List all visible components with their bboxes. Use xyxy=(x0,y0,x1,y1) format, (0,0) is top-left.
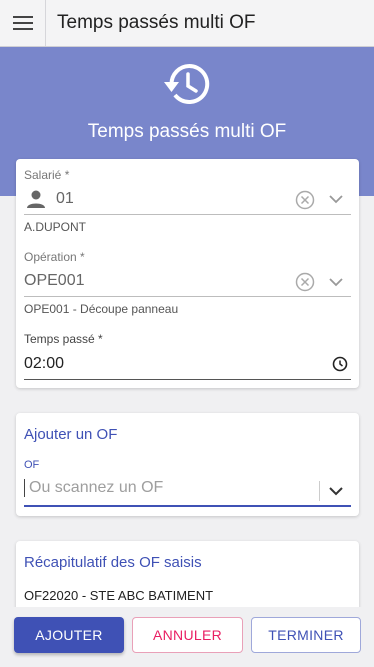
person-icon xyxy=(27,190,45,208)
of-separator xyxy=(319,481,320,501)
list-item: OF22020 - STE ABC BATIMENT xyxy=(24,588,214,603)
salarie-underline xyxy=(24,214,351,215)
footer-actions: AJOUTER ANNULER TERMINER xyxy=(0,607,374,667)
clear-icon[interactable] xyxy=(295,272,315,292)
chevron-down-icon[interactable] xyxy=(329,277,343,287)
operation-label: Opération * xyxy=(24,250,85,264)
add-of-card: Ajouter un OF OF Ou scannez un OF xyxy=(16,413,359,516)
summary-heading: Récapitulatif des OF saisis xyxy=(24,554,202,571)
history-icon xyxy=(164,63,210,104)
operation-hint: OPE001 - Découpe panneau xyxy=(24,302,179,316)
app-title: Temps passés multi OF xyxy=(57,12,256,33)
salarie-input[interactable]: 01 xyxy=(56,190,74,208)
of-label: OF xyxy=(24,459,40,471)
operation-input[interactable]: OPE001 xyxy=(24,272,84,290)
finish-button[interactable]: TERMINER xyxy=(251,617,361,653)
temps-underline xyxy=(24,379,351,380)
chevron-down-icon[interactable] xyxy=(329,486,343,496)
of-input[interactable]: Ou scannez un OF xyxy=(24,479,163,497)
operation-underline xyxy=(24,296,351,297)
salarie-label: Salarié * xyxy=(24,168,70,182)
temps-label: Temps passé * xyxy=(24,332,103,346)
of-underline xyxy=(24,505,351,507)
time-entry-card: Salarié * 01 A.DUPONT Opération * OPE001… xyxy=(16,159,359,388)
add-button[interactable]: AJOUTER xyxy=(14,617,124,653)
add-of-heading: Ajouter un OF xyxy=(24,426,118,443)
temps-input[interactable]: 02:00 xyxy=(24,355,64,373)
hero-title: Temps passés multi OF xyxy=(87,121,287,142)
cancel-button[interactable]: ANNULER xyxy=(132,617,243,653)
salarie-hint: A.DUPONT xyxy=(24,220,87,234)
menu-icon xyxy=(12,16,33,30)
clear-icon[interactable] xyxy=(295,190,315,210)
app-bar: Temps passés multi OF xyxy=(0,0,374,47)
chevron-down-icon[interactable] xyxy=(329,194,343,204)
menu-button[interactable] xyxy=(0,0,46,46)
clock-icon[interactable] xyxy=(332,356,348,372)
